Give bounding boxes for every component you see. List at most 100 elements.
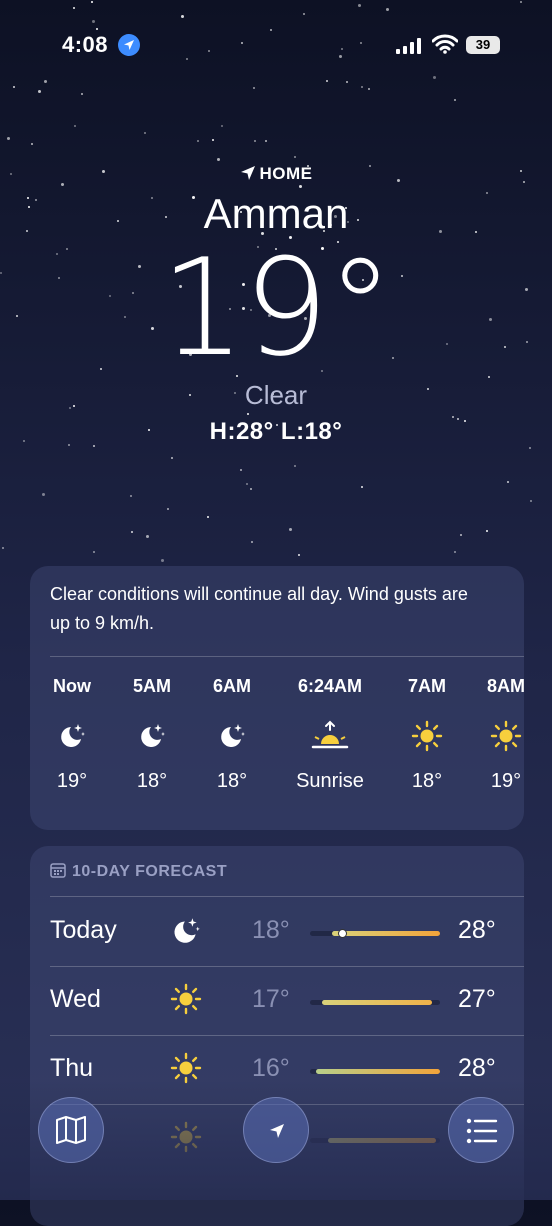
locations-list-button[interactable] [448, 1097, 514, 1163]
wifi-icon [432, 34, 458, 54]
location-arrow-icon [270, 1124, 284, 1138]
hour-temp: 19° [490, 770, 522, 792]
hour-temp: 19° [56, 770, 88, 792]
star [294, 465, 296, 467]
sunrise-icon [311, 720, 349, 749]
star [265, 140, 267, 142]
calendar-icon [50, 863, 66, 878]
star [81, 93, 83, 95]
star [197, 140, 199, 142]
map-button[interactable] [38, 1097, 104, 1163]
range-fill [332, 931, 440, 936]
divider [50, 656, 524, 657]
hourly-forecast-card[interactable]: Clear conditions will continue all day. … [30, 566, 524, 830]
moon-stars-icon [174, 918, 200, 943]
hour-item: Now 19° [40, 676, 104, 793]
hour-temp: 18° [216, 770, 248, 792]
temperature-range-bar [310, 1000, 440, 1005]
forecast-low: 16° [252, 1054, 290, 1082]
home-text: HOME [259, 164, 313, 183]
hour-item: 6:24AM Sunrise [280, 676, 380, 793]
divider [50, 896, 524, 897]
forecast-title: 10-DAY FORECAST [50, 862, 227, 881]
forecast-low: 18° [252, 916, 290, 944]
star [2, 547, 4, 549]
star [207, 516, 209, 518]
sun-icon [170, 983, 202, 1015]
range-fill [316, 1069, 440, 1074]
sun-icon [411, 720, 443, 752]
star [217, 158, 220, 161]
hour-label: Now [53, 676, 91, 696]
star [361, 486, 363, 488]
star [454, 99, 456, 101]
star [530, 500, 532, 502]
forecast-day: Today [50, 916, 117, 944]
star [299, 185, 302, 188]
moon-stars-icon [61, 724, 85, 747]
status-time: 4:08 [62, 32, 109, 57]
battery-indicator: 39 [466, 36, 500, 54]
home-location-label: HOME [0, 164, 552, 184]
star [246, 483, 248, 485]
star [131, 531, 133, 533]
star [31, 143, 33, 145]
hour-temp: 18° [411, 770, 443, 792]
star [247, 413, 249, 415]
range-fill [322, 1000, 432, 1005]
current-location-button[interactable] [243, 1097, 309, 1163]
star [74, 125, 76, 127]
hour-temp: Sunrise [296, 770, 364, 792]
moon-stars-icon [141, 724, 165, 747]
star [486, 530, 488, 532]
forecast-high: 28° [458, 916, 496, 944]
temperature-range-bar [310, 1069, 440, 1074]
star [289, 528, 292, 531]
current-temp-dot [338, 929, 347, 938]
star [144, 132, 146, 134]
star [38, 90, 41, 93]
star [529, 447, 531, 449]
star [240, 469, 242, 471]
hour-label: 7AM [407, 676, 446, 696]
weather-summary: Clear conditions will continue all day. … [50, 584, 468, 633]
star [161, 559, 164, 562]
star [507, 481, 509, 483]
forecast-row[interactable]: Wed 17° 27° [30, 967, 524, 1036]
star [251, 541, 253, 543]
hour-item: 5AM 18° [120, 676, 184, 793]
star [42, 493, 45, 496]
cellular-signal-icon [396, 38, 421, 54]
forecast-title-text: 10-DAY FORECAST [72, 863, 228, 880]
high-low-temperature: H:28° L:18° [209, 418, 343, 445]
temperature-range-bar [310, 929, 440, 938]
hour-label: 6:24AM [297, 676, 363, 696]
current-temperature: 19° [160, 230, 394, 386]
star [146, 535, 149, 538]
hour-item: 7AM 18° [395, 676, 459, 793]
forecast-high: 27° [458, 985, 496, 1013]
location-active-icon [118, 34, 140, 56]
hour-label: 6AM [212, 676, 251, 696]
hour-item: 8AM 19° [474, 676, 524, 793]
hour-item: 6AM 18° [200, 676, 264, 793]
forecast-day: Thu [50, 1054, 94, 1082]
moon-stars-icon [221, 724, 245, 747]
forecast-high: 28° [458, 1054, 496, 1082]
star [171, 457, 173, 459]
forecast-low: 17° [252, 985, 290, 1013]
star [221, 125, 223, 127]
forecast-row[interactable]: Today 18° 28° [30, 898, 524, 967]
star [93, 551, 95, 553]
forecast-day: Wed [50, 985, 101, 1013]
list-icon [466, 1118, 498, 1144]
map-icon [56, 1116, 86, 1144]
hour-temp: 18° [136, 770, 168, 792]
current-condition: Clear [244, 380, 308, 410]
star [212, 139, 214, 141]
star [294, 156, 296, 158]
hour-label: 5AM [132, 676, 171, 696]
star [454, 551, 456, 553]
star [298, 554, 300, 556]
star [250, 488, 252, 490]
